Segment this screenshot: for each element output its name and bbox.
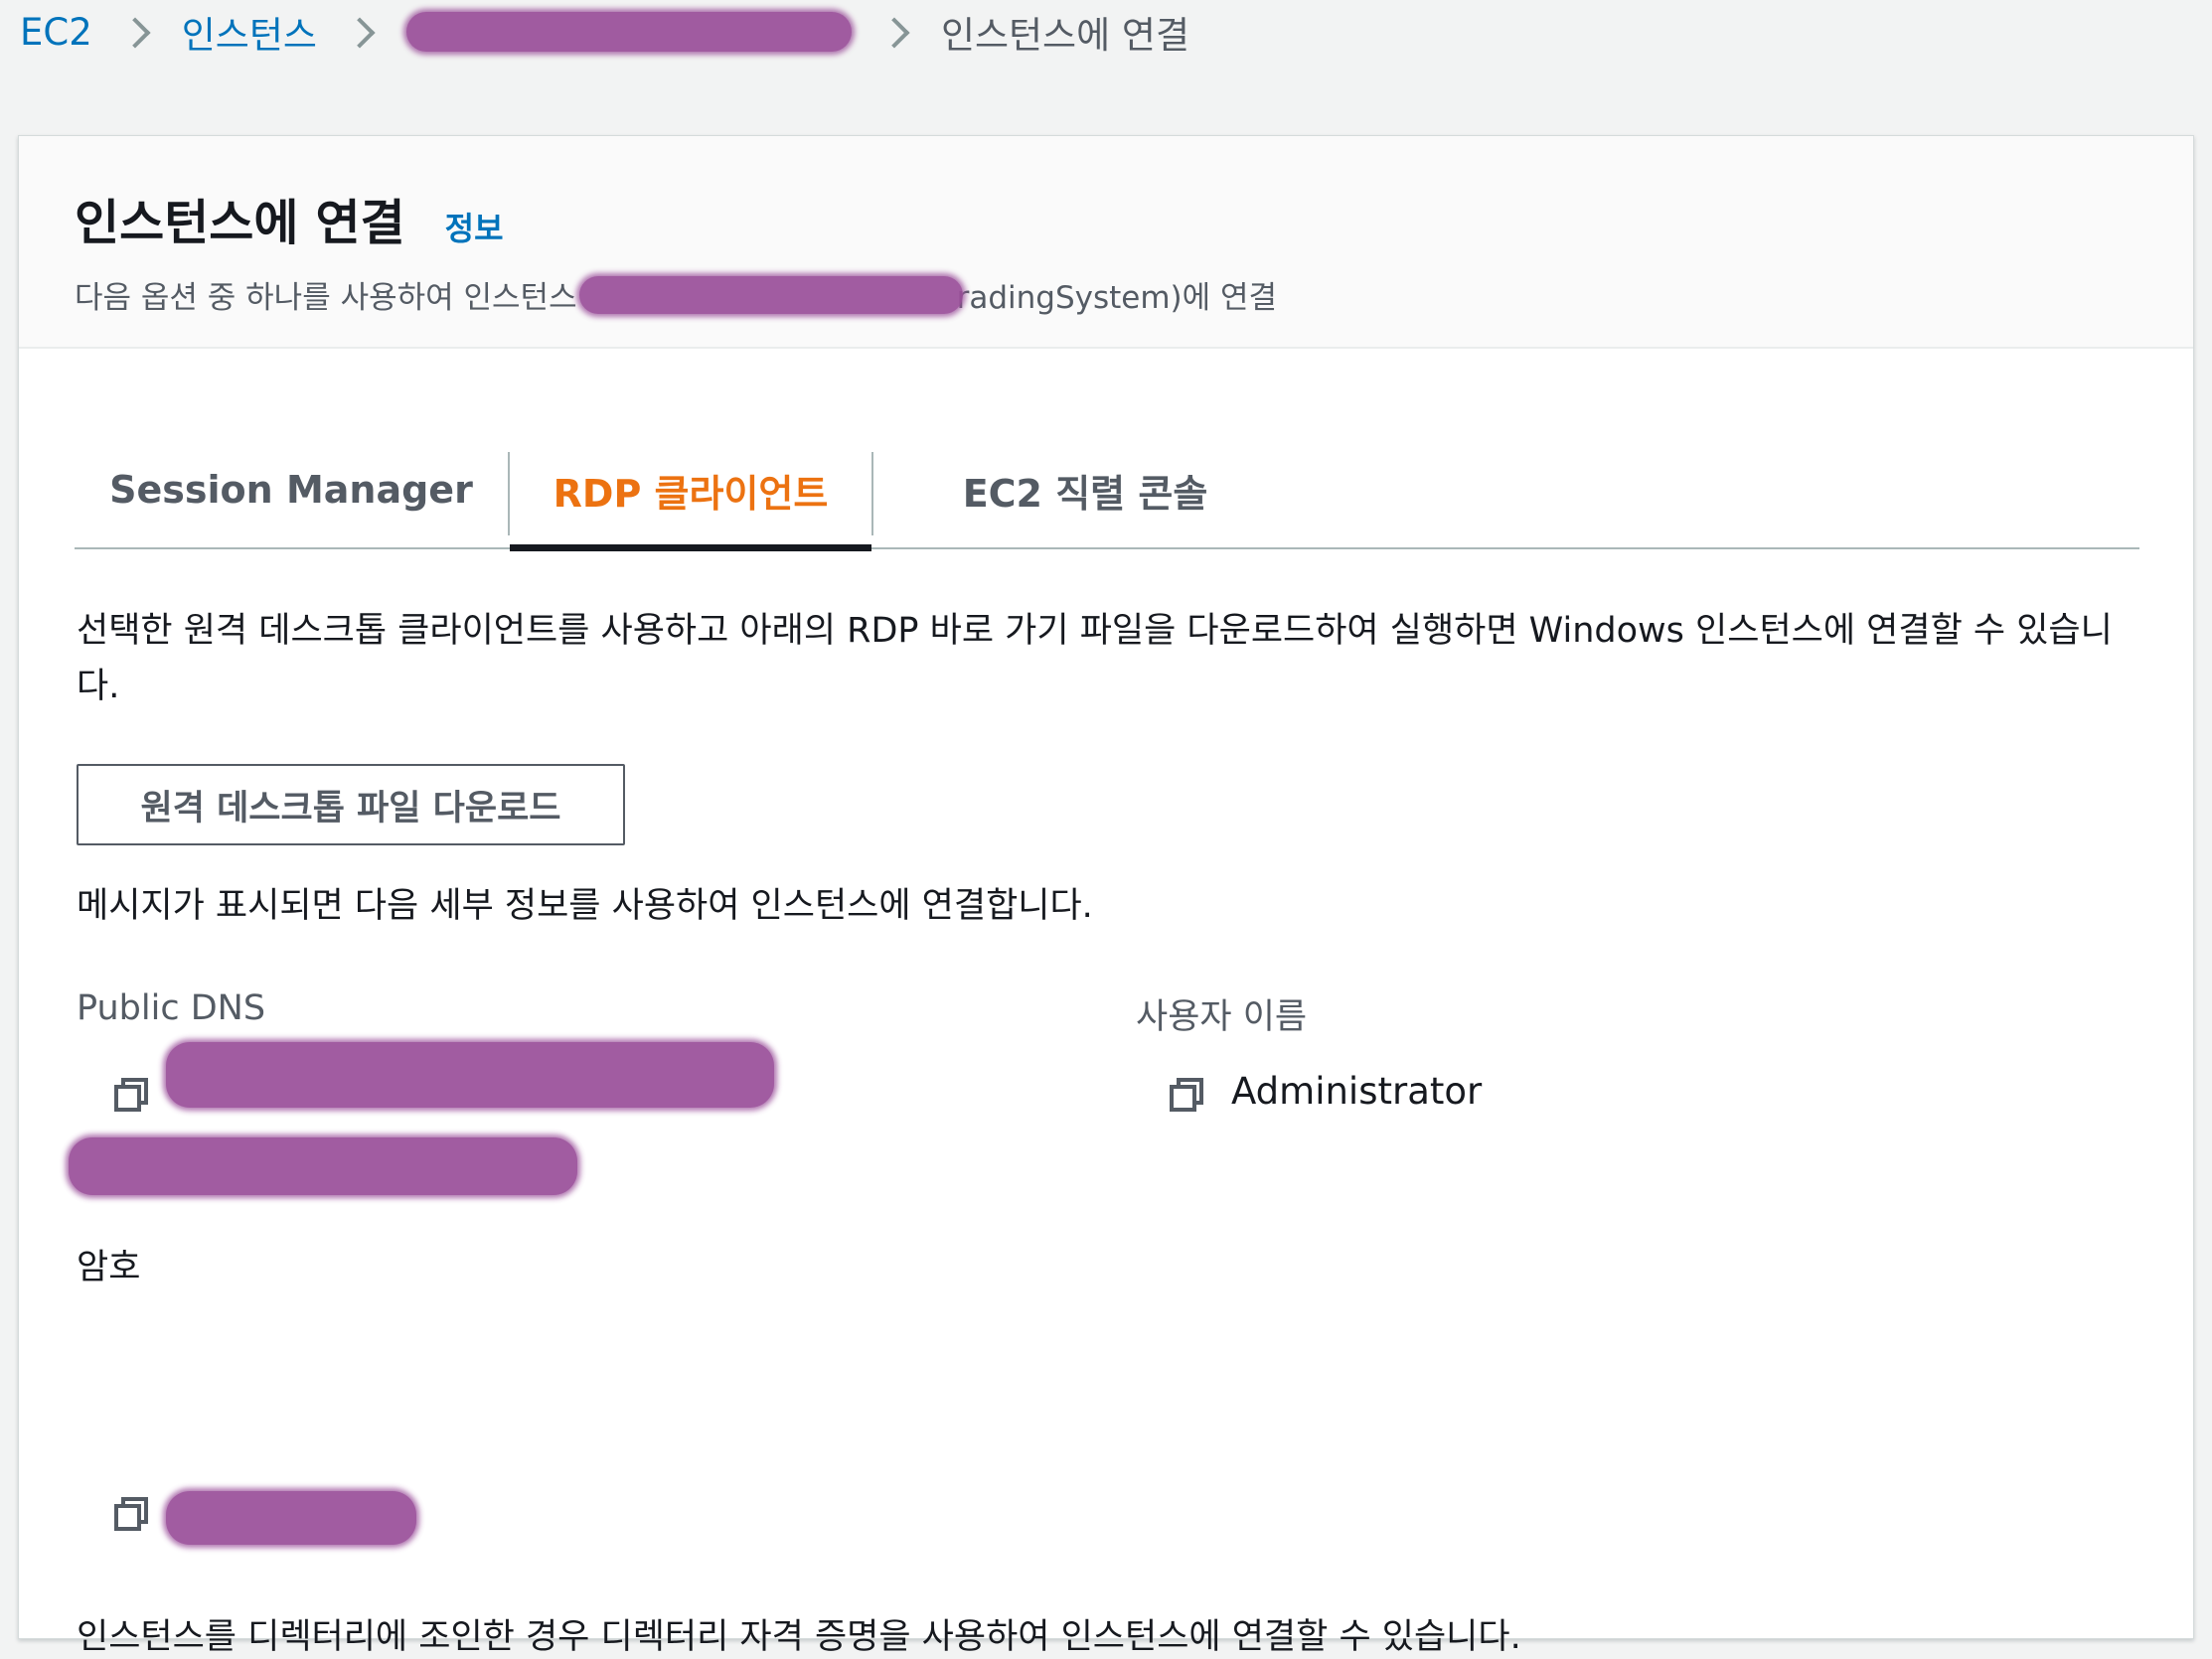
password-label: 암호 — [77, 1248, 141, 1287]
directory-credentials-note: 인스턴스를 디렉터리에 조인한 경우 디렉터리 자격 증명을 사용하여 인스턴스… — [77, 1617, 1521, 1657]
copy-icon[interactable] — [112, 1076, 150, 1114]
panel-subtitle: 다음 옵션 중 하나를 사용하여 인스턴스 radingSystem)에 연결 — [75, 272, 2137, 317]
connect-instance-panel: 인스턴스에 연결 정보 다음 옵션 중 하나를 사용하여 인스턴스 rading… — [18, 135, 2194, 1657]
public-dns-label: Public DNS — [77, 988, 266, 1028]
page-title: 인스턴스에 연결 — [75, 195, 405, 251]
redacted-instance-name — [578, 275, 963, 314]
tab-rdp-client[interactable]: RDP 클라이언트 — [510, 430, 871, 551]
username-value: Administrator — [1231, 1070, 1483, 1113]
chevron-right-icon — [122, 20, 146, 44]
breadcrumb-current: 인스턴스에 연결 — [940, 14, 1189, 57]
panel-header: 인스턴스에 연결 정보 다음 옵션 중 하나를 사용하여 인스턴스 rading… — [19, 136, 2193, 349]
copy-icon[interactable] — [1168, 1076, 1205, 1114]
connection-method-tabs: Session Manager RDP 클라이언트 EC2 직렬 콘솔 — [75, 430, 2139, 551]
rdp-tab-content: 선택한 원격 데스크톱 클라이언트를 사용하고 아래의 RDP 바로 가기 파일… — [69, 603, 2139, 1657]
tab-ec2-serial-console[interactable]: EC2 직렬 콘솔 — [873, 430, 1297, 549]
download-remote-desktop-file-button[interactable]: 원격 데스크톱 파일 다운로드 — [77, 764, 625, 845]
breadcrumb-instances-link[interactable]: 인스턴스 — [182, 5, 317, 59]
subtitle-suffix: radingSystem)에 연결 — [956, 280, 1278, 316]
tab-session-manager[interactable]: Session Manager — [75, 430, 508, 549]
chevron-right-icon — [881, 20, 905, 44]
info-link[interactable]: 정보 — [445, 204, 504, 249]
redacted-public-dns-line-2 — [69, 1137, 577, 1195]
chevron-right-icon — [347, 20, 371, 44]
breadcrumb: EC2 인스턴스 인스턴스에 연결 — [20, 0, 1189, 64]
copy-icon[interactable] — [112, 1495, 150, 1533]
subtitle-prefix: 다음 옵션 중 하나를 사용하여 인스턴스 — [75, 280, 577, 316]
title-row: 인스턴스에 연결 정보 — [75, 184, 2137, 254]
username-label: 사용자 이름 — [1136, 997, 1308, 1037]
redacted-instance-id[interactable] — [405, 12, 852, 52]
copy-password-icon — [114, 1497, 148, 1531]
redacted-password — [166, 1491, 416, 1545]
breadcrumb-ec2-link[interactable]: EC2 — [20, 11, 92, 54]
copy-username-icon — [1170, 1078, 1203, 1112]
connection-details-prompt: 메시지가 표시되면 다음 세부 정보를 사용하여 인스턴스에 연결합니다. — [77, 886, 1093, 926]
redacted-public-dns-line-1 — [166, 1042, 774, 1108]
copy-public-dns-icon — [114, 1078, 148, 1112]
rdp-description: 선택한 원격 데스크톱 클라이언트를 사용하고 아래의 RDP 바로 가기 파일… — [77, 611, 2113, 706]
